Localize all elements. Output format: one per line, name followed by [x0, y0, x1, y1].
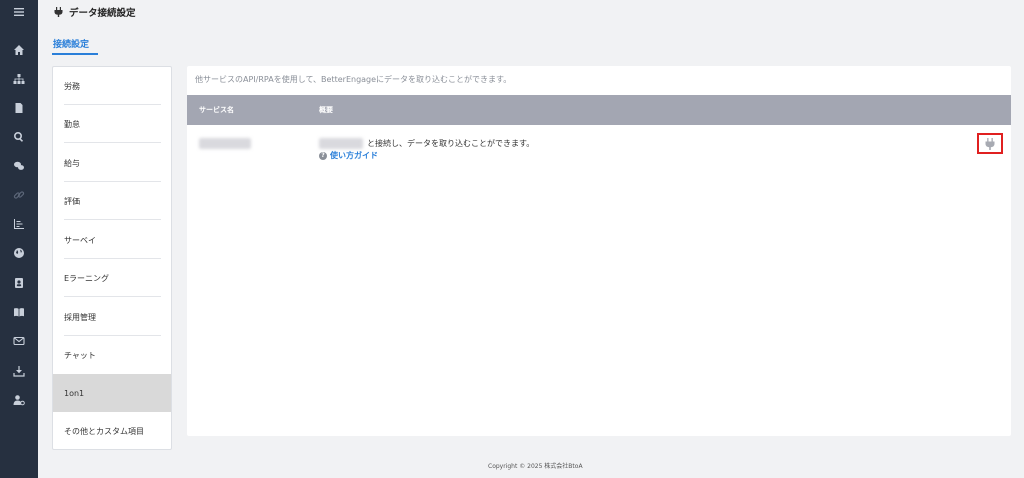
menu-item-payroll[interactable]: 給与	[53, 144, 171, 182]
divider	[64, 142, 161, 143]
globe-icon[interactable]	[0, 243, 38, 263]
usage-guide-label: 使い方ガイド	[330, 151, 378, 160]
footer-copyright: Copyright © 2025 株式会社BtoA	[488, 463, 583, 470]
plug-icon	[985, 137, 995, 150]
menu-item-label: 1on1	[64, 388, 85, 398]
panel-description: 他サービスのAPI/RPAを使用して、BetterEngageにデータを取り込む…	[195, 75, 512, 84]
table-header: サービス名 概要	[187, 95, 1011, 125]
menu-item-label: Eラーニング	[64, 273, 110, 283]
menu-item-1on1[interactable]: 1on1	[53, 374, 171, 412]
connections-panel: 他サービスのAPI/RPAを使用して、BetterEngageにデータを取り込む…	[187, 66, 1011, 436]
mail-icon[interactable]	[0, 331, 38, 351]
menu-item-labor[interactable]: 労務	[53, 67, 171, 105]
plug-icon	[54, 7, 63, 17]
tab-connection-settings[interactable]: 接続設定	[53, 37, 89, 50]
page-title: データ接続設定	[54, 4, 136, 20]
tab-active-indicator	[52, 53, 98, 55]
document-icon[interactable]	[0, 98, 38, 118]
download-icon[interactable]	[0, 361, 38, 381]
service-name-redacted	[199, 138, 251, 149]
column-header-service: サービス名	[199, 106, 234, 114]
user-settings-icon[interactable]	[0, 390, 38, 410]
page-title-text: データ接続設定	[69, 8, 136, 19]
menu-item-survey[interactable]: サーベイ	[53, 221, 171, 259]
help-icon: ?	[319, 151, 327, 160]
divider	[64, 219, 161, 220]
chart-icon[interactable]	[0, 214, 38, 234]
category-menu: 労務 勤怠 給与 評価 サーベイ Eラーニング 採用管理 チャット 1on1 そ…	[52, 66, 172, 450]
menu-item-recruitment[interactable]: 採用管理	[53, 298, 171, 336]
service-summary: と接続し、データを取り込むことができます。	[367, 139, 535, 148]
menu-item-chat[interactable]: チャット	[53, 336, 171, 374]
menu-item-label: 採用管理	[64, 312, 96, 322]
connect-button[interactable]	[977, 133, 1003, 154]
menu-item-other-custom[interactable]: その他とカスタム項目	[53, 412, 171, 449]
menu-item-label: チャット	[64, 350, 96, 360]
org-chart-icon[interactable]	[0, 69, 38, 89]
search-icon[interactable]	[0, 127, 38, 147]
service-name-inline-redacted	[319, 138, 363, 149]
menu-item-label: 勤怠	[64, 119, 80, 129]
menu-item-label: 評価	[64, 196, 80, 206]
usage-guide-link[interactable]: ? 使い方ガイド	[319, 150, 378, 161]
menu-item-attendance[interactable]: 勤怠	[53, 105, 171, 143]
home-icon[interactable]	[0, 40, 38, 60]
link-icon[interactable]	[0, 185, 38, 205]
icon-sidebar	[0, 0, 38, 478]
book-icon[interactable]	[0, 302, 38, 322]
chat-icon[interactable]	[0, 156, 38, 176]
menu-item-evaluation[interactable]: 評価	[53, 182, 171, 220]
column-header-summary: 概要	[319, 106, 333, 114]
menu-item-label: 労務	[64, 81, 80, 91]
menu-icon[interactable]	[0, 2, 38, 22]
menu-item-label: 給与	[64, 158, 80, 168]
menu-item-label: サーベイ	[64, 235, 96, 245]
divider	[64, 296, 161, 297]
menu-item-elearning[interactable]: Eラーニング	[53, 259, 171, 297]
menu-item-label: その他とカスタム項目	[64, 426, 144, 436]
contact-icon[interactable]	[0, 273, 38, 293]
